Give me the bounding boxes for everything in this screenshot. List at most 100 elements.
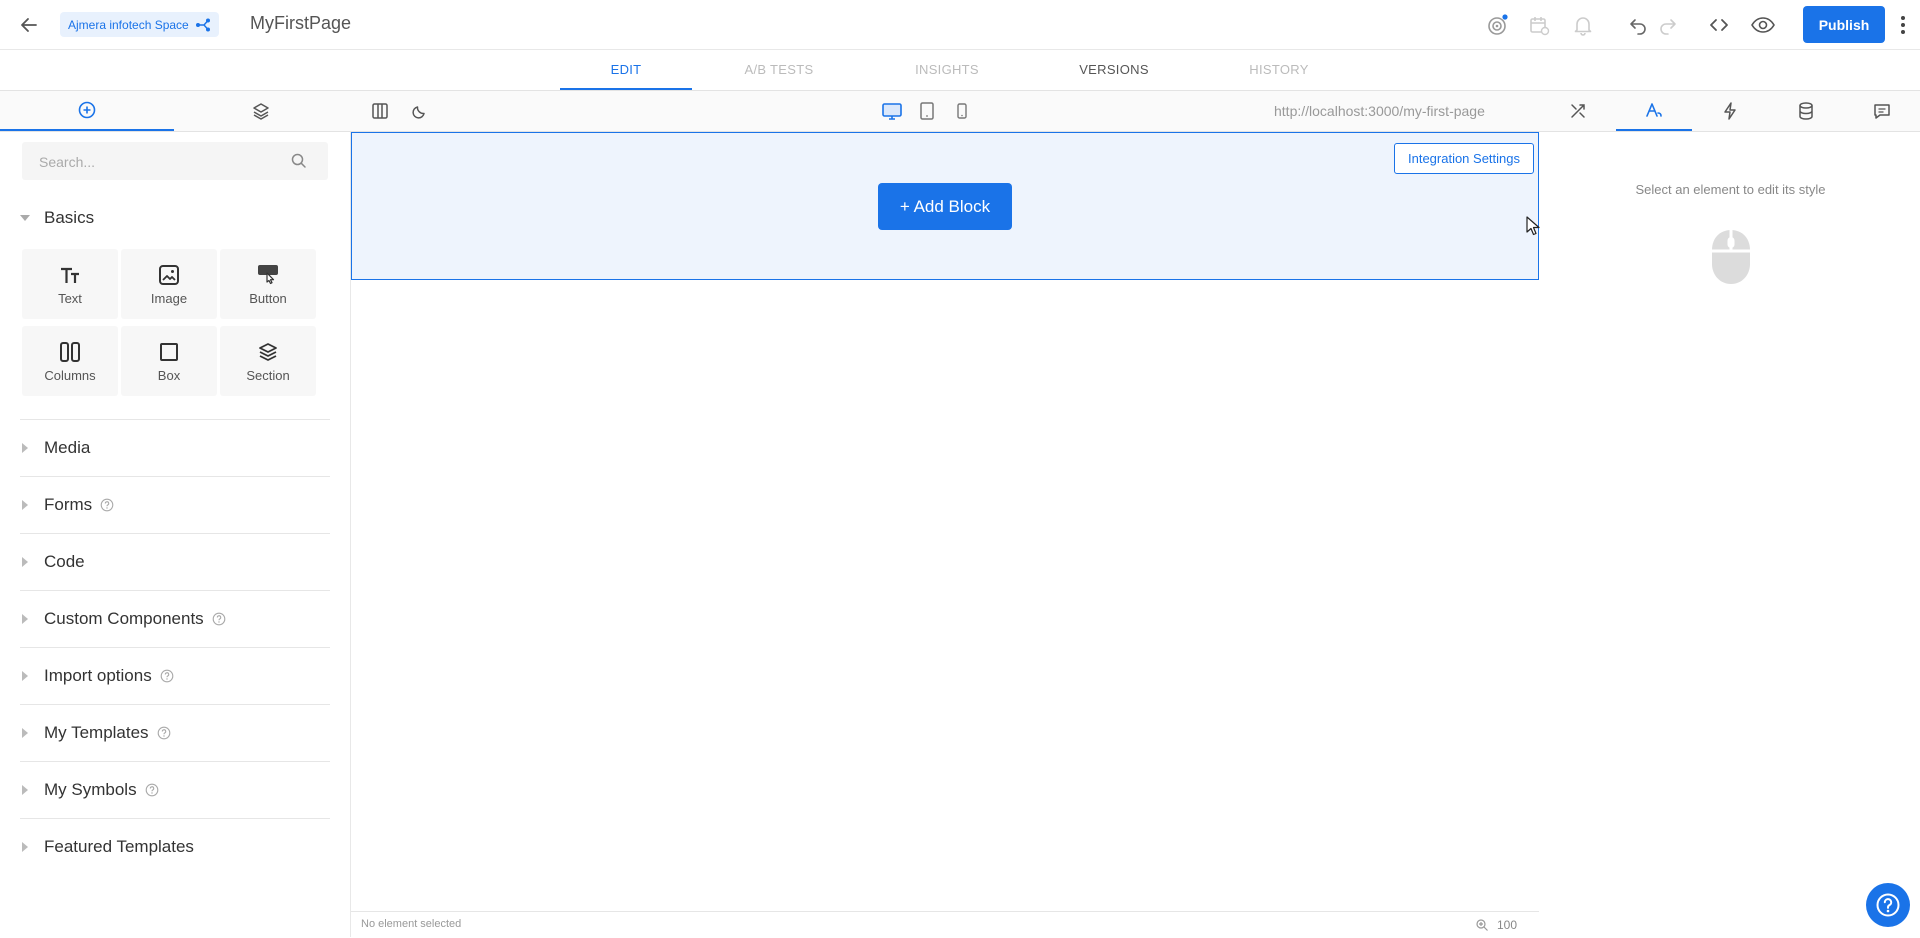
tab-tools[interactable] — [1540, 91, 1616, 131]
space-badge-label: Ajmera infotech Space — [68, 17, 189, 32]
block-columns[interactable]: Columns — [22, 326, 118, 396]
tab-versions[interactable]: VERSIONS — [1054, 50, 1174, 89]
tab-insights[interactable]: INSIGHTS — [890, 50, 1004, 89]
comment-icon — [1872, 101, 1892, 121]
block-columns-label: Columns — [44, 368, 96, 383]
blocks-panel: Basics Text Image Button Columns Box — [0, 132, 350, 937]
status-bar: No element selected 100 — [351, 911, 1539, 938]
help-circle-icon[interactable] — [100, 498, 114, 512]
category-label: Custom Components — [44, 609, 204, 628]
category-my-templates[interactable]: My Templates — [20, 705, 330, 762]
columns-layout-icon[interactable] — [368, 99, 392, 123]
tab-data[interactable] — [1768, 91, 1844, 131]
mobile-view-icon[interactable] — [950, 99, 974, 123]
back-arrow-icon[interactable] — [16, 12, 42, 38]
style-brush-icon — [1644, 100, 1664, 120]
category-code[interactable]: Code — [20, 534, 330, 591]
columns-icon — [58, 340, 82, 364]
category-media[interactable]: Media — [20, 420, 330, 477]
top-bar: Ajmera infotech Space MyFirstPage Publis… — [0, 0, 1920, 50]
space-badge[interactable]: Ajmera infotech Space — [60, 12, 219, 37]
publish-button[interactable]: Publish — [1803, 6, 1885, 43]
page-title: MyFirstPage — [250, 13, 352, 33]
category-forms[interactable]: Forms — [20, 477, 330, 534]
integration-settings-button[interactable]: Integration Settings — [1394, 143, 1534, 174]
category-basics-label: Basics — [44, 208, 95, 227]
block-image[interactable]: Image — [121, 249, 217, 319]
code-icon[interactable] — [1706, 12, 1732, 38]
mouse-pointer-icon — [1526, 216, 1540, 236]
tablet-view-icon[interactable] — [915, 99, 939, 123]
more-options-icon[interactable] — [1893, 12, 1913, 38]
zoom-icon[interactable] — [1475, 918, 1489, 932]
box-icon — [157, 340, 181, 364]
caret-right-icon — [20, 443, 44, 453]
block-text[interactable]: Text — [22, 249, 118, 319]
block-section[interactable]: Section — [220, 326, 316, 396]
desktop-view-icon[interactable] — [880, 99, 904, 123]
tools-icon — [1568, 101, 1588, 121]
help-circle-icon[interactable] — [160, 669, 174, 683]
caret-down-icon — [20, 213, 44, 223]
block-button[interactable]: Button — [220, 249, 316, 319]
caret-right-icon — [20, 500, 44, 510]
zoom-level: 100 — [1497, 918, 1518, 932]
layers-icon — [251, 101, 271, 121]
editor-toolbar: http://localhost:3000/my-first-page — [0, 91, 1920, 132]
undo-icon[interactable] — [1625, 12, 1651, 38]
redo-icon[interactable] — [1655, 12, 1681, 38]
preview-eye-icon[interactable] — [1750, 12, 1776, 38]
tab-add-blocks[interactable] — [0, 91, 174, 131]
bell-icon[interactable] — [1570, 12, 1596, 38]
caret-right-icon — [20, 557, 44, 567]
dark-mode-moon-icon[interactable] — [408, 99, 432, 123]
tab-history[interactable]: HISTORY — [1220, 50, 1338, 89]
category-label: My Symbols — [44, 780, 137, 799]
caret-right-icon — [20, 785, 44, 795]
category-import-options[interactable]: Import options — [20, 648, 330, 705]
tab-ab-tests[interactable]: A/B TESTS — [720, 50, 838, 89]
search-icon[interactable] — [290, 152, 308, 170]
category-label: Code — [44, 552, 85, 571]
page-url: http://localhost:3000/my-first-page — [1274, 103, 1485, 119]
category-my-symbols[interactable]: My Symbols — [20, 762, 330, 819]
caret-right-icon — [20, 728, 44, 738]
tab-layers[interactable] — [174, 91, 348, 131]
button-icon — [256, 263, 280, 287]
block-button-label: Button — [249, 291, 287, 306]
help-circle-icon[interactable] — [157, 726, 171, 740]
tab-interactions[interactable] — [1692, 91, 1768, 131]
add-block-button[interactable]: + Add Block — [878, 183, 1012, 230]
block-box-label: Box — [157, 368, 181, 383]
category-label: Media — [44, 438, 91, 457]
style-panel: Select an element to edit its style — [1541, 132, 1920, 937]
text-icon — [58, 263, 82, 287]
category-custom-components[interactable]: Custom Components — [20, 591, 330, 648]
mouse-icon — [1710, 228, 1752, 286]
category-basics[interactable]: Basics — [20, 190, 330, 246]
caret-right-icon — [20, 842, 44, 852]
add-circle-icon — [78, 101, 96, 119]
target-notification-icon[interactable] — [1484, 12, 1510, 38]
question-icon — [1875, 892, 1901, 918]
style-panel-hint: Select an element to edit its style — [1635, 182, 1826, 197]
category-label: Featured Templates — [44, 837, 194, 856]
tab-style[interactable] — [1616, 91, 1692, 131]
category-featured-templates[interactable]: Featured Templates — [20, 819, 330, 875]
help-circle-icon[interactable] — [145, 783, 159, 797]
database-icon — [1797, 101, 1815, 121]
caret-right-icon — [20, 671, 44, 681]
category-label: Import options — [44, 666, 152, 685]
help-button[interactable] — [1866, 883, 1910, 927]
help-circle-icon[interactable] — [212, 612, 226, 626]
tab-edit[interactable]: EDIT — [560, 50, 692, 90]
block-section-label: Section — [246, 368, 290, 383]
image-icon — [157, 263, 181, 287]
search-input[interactable] — [22, 142, 301, 182]
block-box[interactable]: Box — [121, 326, 217, 396]
lightning-icon — [1721, 101, 1739, 121]
schedule-icon[interactable] — [1526, 12, 1552, 38]
section-icon — [256, 340, 280, 364]
block-image-label: Image — [150, 291, 188, 306]
tab-comments[interactable] — [1844, 91, 1920, 131]
